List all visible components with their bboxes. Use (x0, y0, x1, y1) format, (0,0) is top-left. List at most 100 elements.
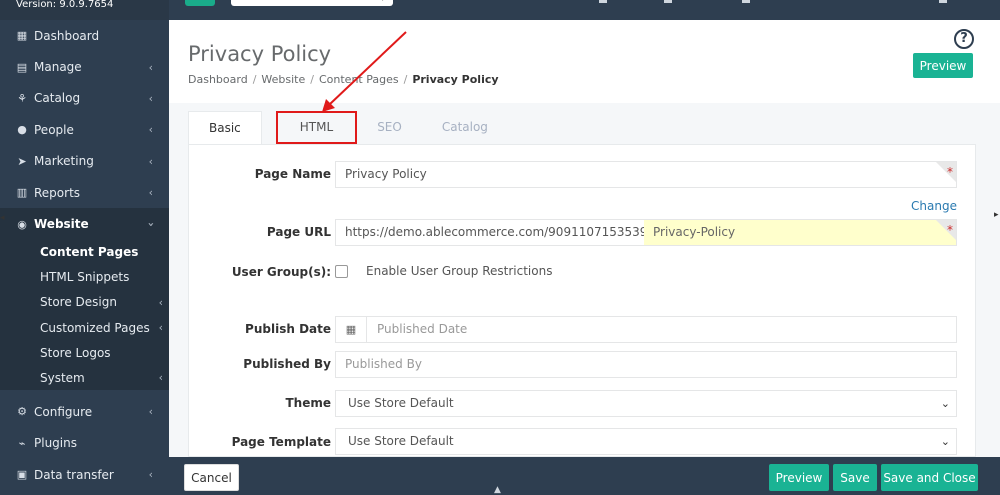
sidebar-item-dashboard[interactable]: ▦ Dashboard (0, 20, 169, 51)
action-bar: Cancel Preview Save Save and Close ▲ (169, 457, 1000, 495)
sidebar-item-label: Plugins (34, 436, 77, 451)
sidebar-item-label: Manage (34, 60, 82, 75)
publish-date-input[interactable]: ▦ Published Date (335, 316, 957, 343)
breadcrumb-current: Privacy Policy (412, 73, 499, 86)
grid-icon: ▦ (16, 29, 28, 43)
scroll-edge-marker: ◂ (0, 213, 5, 223)
page-template-label: Page Template (231, 435, 331, 449)
tab-seo[interactable]: SEO (357, 111, 422, 144)
bar-chart-icon: ▥ (16, 186, 28, 200)
page-name-input[interactable]: Privacy Policy * (335, 161, 957, 188)
preview-footer-button[interactable]: Preview (769, 464, 829, 491)
toolbar-icon[interactable] (742, 0, 750, 3)
database-icon: ▣ (16, 468, 28, 482)
save-and-close-button[interactable]: Save and Close (881, 464, 978, 491)
breadcrumb-content-pages[interactable]: Content Pages (319, 73, 399, 86)
sidebar-item-website[interactable]: ◉ Website ‹ (0, 208, 169, 240)
users-icon: ● (17, 123, 27, 137)
briefcase-icon: ▤ (16, 60, 28, 74)
publish-date-placeholder: Published Date (377, 322, 468, 336)
menu-toggle-button[interactable] (185, 0, 215, 6)
subnav-item-content-pages[interactable]: Content Pages (0, 240, 169, 265)
page-name-label: Page Name (254, 167, 331, 181)
sidebar-item-label: Reports (34, 185, 81, 200)
published-by-label: Published By (243, 357, 331, 371)
sidebar: Version: 9.0.9.7654 ▦ Dashboard ▤ Manage… (0, 0, 169, 495)
page-name-value: Privacy Policy (345, 167, 427, 181)
page-url-slug[interactable]: Privacy-Policy * (644, 220, 956, 245)
tab-basic[interactable]: Basic (188, 111, 262, 144)
scroll-edge-marker: ▸ (994, 210, 999, 220)
page-header: Privacy Policy Dashboard / Website / Con… (169, 20, 1000, 103)
page-url-label: Page URL (266, 225, 331, 239)
search-icon: ⌕ (382, 0, 387, 4)
toolbar-icon[interactable] (664, 0, 672, 3)
calendar-icon[interactable]: ▦ (336, 317, 367, 342)
page-url-slug-value: Privacy-Policy (653, 225, 736, 239)
rocket-icon: ➤ (17, 154, 27, 168)
sidebar-item-configure[interactable]: ⚙ Configure ‹ (0, 396, 169, 427)
sidebar-item-people[interactable]: ● People ‹ (0, 114, 169, 145)
sidebar-item-marketing[interactable]: ➤ Marketing ‹ (0, 146, 169, 177)
theme-select[interactable]: Use Store Default ⌄ (335, 390, 957, 417)
sidebar-item-label: Data transfer (34, 467, 114, 482)
help-icon[interactable]: ? (954, 29, 974, 49)
save-button[interactable]: Save (833, 464, 877, 491)
subnav-item-store-design[interactable]: Store Design ‹ (0, 290, 169, 315)
main-content: Privacy Policy Dashboard / Website / Con… (169, 20, 1000, 457)
sidebar-item-label: People (34, 122, 74, 137)
theme-selected-value: Use Store Default (348, 396, 454, 410)
sidebar-item-label: Catalog (34, 91, 81, 106)
chevron-left-icon: ‹ (148, 91, 153, 105)
sidebar-item-catalog[interactable]: ⚘ Catalog ‹ (0, 83, 169, 114)
page-template-selected-value: Use Store Default (348, 434, 454, 448)
subnav-item-customized-pages[interactable]: Customized Pages ‹ (0, 315, 169, 340)
breadcrumb-separator: / (403, 73, 408, 86)
user-groups-label: User Group(s): (231, 265, 331, 279)
page-url-base: https://demo.ablecommerce.com/9091107153… (345, 225, 686, 239)
chevron-left-icon: ‹ (148, 468, 153, 482)
chevron-left-icon: ‹ (148, 405, 153, 419)
subnav-item-label: Customized Pages (40, 320, 150, 335)
toolbar-icon[interactable] (599, 0, 607, 3)
sidebar-item-data-transfer[interactable]: ▣ Data transfer ‹ (0, 459, 169, 490)
sidebar-item-label: Configure (34, 404, 93, 419)
preview-button[interactable]: Preview (913, 53, 973, 78)
toolbar-icon[interactable] (939, 0, 947, 3)
search-input[interactable]: ⌕ (231, 0, 393, 6)
subnav-item-system[interactable]: System ‹ (0, 365, 169, 390)
sidebar-item-reports[interactable]: ▥ Reports ‹ (0, 177, 169, 208)
resize-handle[interactable]: ▲ (494, 485, 501, 495)
sidebar-nav: ▦ Dashboard ▤ Manage ‹ ⚘ Catalog ‹ ● Peo… (0, 20, 169, 240)
sidebar-item-plugins[interactable]: ⌁ Plugins (0, 428, 169, 459)
cogs-icon: ⚙ (17, 405, 27, 419)
breadcrumb-dashboard[interactable]: Dashboard (188, 73, 248, 86)
tab-html[interactable]: HTML (275, 111, 358, 144)
page-template-select[interactable]: Use Store Default ⌄ (335, 428, 957, 455)
topbar: ⌕ (169, 0, 1000, 20)
tab-catalog[interactable]: Catalog (422, 111, 508, 144)
tabs: Basic HTML SEO Catalog (188, 111, 508, 144)
chevron-left-icon: ‹ (158, 371, 163, 385)
change-url-link[interactable]: Change (911, 199, 957, 213)
page-title: Privacy Policy (188, 42, 332, 66)
chevron-down-icon: ⌄ (940, 397, 950, 410)
sitemap-icon: ⚘ (17, 91, 27, 105)
cancel-button[interactable]: Cancel (184, 464, 239, 491)
published-by-input[interactable]: Published By (335, 351, 957, 378)
breadcrumb-separator: / (252, 73, 257, 86)
user-group-restrictions-label[interactable]: Enable User Group Restrictions (366, 264, 552, 278)
user-group-restrictions-checkbox[interactable] (335, 265, 348, 278)
sidebar-item-label: Website (34, 217, 89, 232)
required-star: * (947, 223, 953, 237)
breadcrumb-website[interactable]: Website (261, 73, 305, 86)
published-by-placeholder: Published By (345, 357, 422, 371)
subnav-item-store-logos[interactable]: Store Logos (0, 340, 169, 365)
breadcrumb: Dashboard / Website / Content Pages / Pr… (188, 73, 499, 86)
sidebar-item-label: Dashboard (34, 28, 100, 43)
page-url-input[interactable]: https://demo.ablecommerce.com/9091107153… (335, 219, 957, 246)
subnav-item-html-snippets[interactable]: HTML Snippets (0, 265, 169, 290)
sidebar-item-manage[interactable]: ▤ Manage ‹ (0, 51, 169, 82)
sidebar-item-label: Marketing (34, 154, 94, 169)
chevron-left-icon: ‹ (148, 154, 153, 168)
